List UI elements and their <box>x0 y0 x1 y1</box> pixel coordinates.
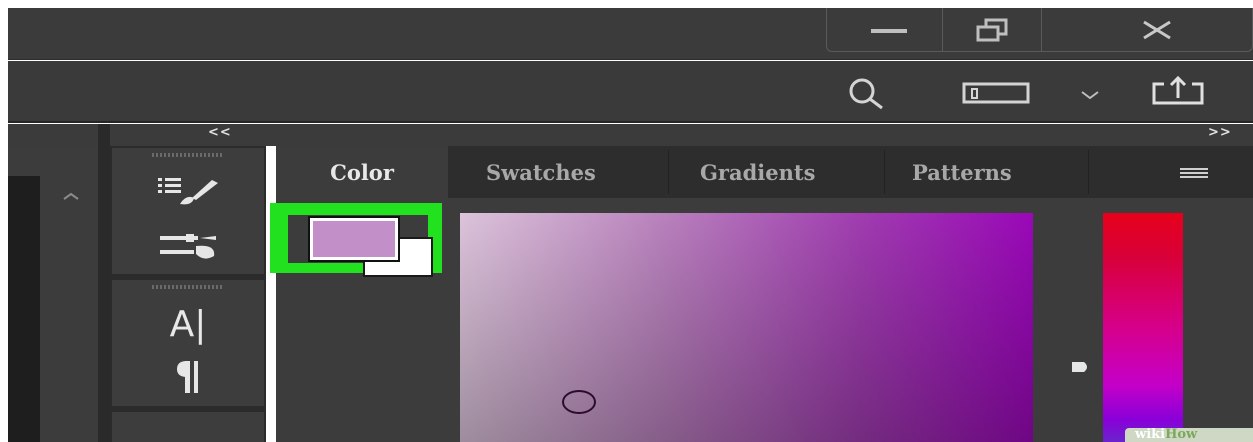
brush-settings-button[interactable] <box>112 222 264 270</box>
scroll-up-button[interactable] <box>58 186 84 206</box>
restore-button[interactable] <box>942 8 1042 52</box>
workspace-icon[interactable] <box>962 82 1032 104</box>
collapse-right-button[interactable]: >> <box>1208 125 1232 140</box>
tab-color[interactable]: Color <box>276 146 448 198</box>
paragraph-button[interactable] <box>112 352 264 402</box>
minimize-button[interactable] <box>849 8 929 52</box>
grip-handle[interactable] <box>152 285 224 289</box>
panel-tabbar: Color Swatches Gradients Patterns <box>276 146 1253 198</box>
search-icon[interactable] <box>846 76 886 110</box>
tab-patterns[interactable]: Patterns <box>912 148 1082 196</box>
icon-group-more <box>112 412 264 442</box>
paragraph-icon <box>177 361 198 393</box>
tab-swatches[interactable]: Swatches <box>486 148 666 196</box>
canvas-edge <box>8 176 40 442</box>
hue-slider-thumb[interactable] <box>1070 360 1092 374</box>
hue-slider[interactable] <box>1103 213 1183 442</box>
brush-presets-icon <box>158 178 218 205</box>
brush-settings-icon <box>160 234 216 259</box>
panel-divider <box>98 124 110 442</box>
close-icon <box>1143 20 1171 40</box>
icon-group-type: A| <box>112 280 264 406</box>
brush-presets-button[interactable] <box>112 166 264 214</box>
close-button[interactable] <box>1097 8 1217 52</box>
restore-icon <box>976 18 1008 42</box>
tab-divider <box>668 150 669 194</box>
tab-divider <box>1088 150 1089 194</box>
share-icon[interactable] <box>1150 76 1206 106</box>
grip-handle[interactable] <box>152 153 224 157</box>
window-controls <box>826 8 1253 52</box>
icon-group-brushes <box>112 148 264 274</box>
chevron-down-icon[interactable] <box>1080 89 1100 101</box>
foreground-color-swatch[interactable] <box>308 216 400 262</box>
left-panel <box>8 146 106 442</box>
chevron-up-icon <box>63 192 79 200</box>
color-picker-marker[interactable] <box>562 390 596 414</box>
minimize-icon <box>871 29 907 33</box>
title-bar <box>8 8 1253 60</box>
character-icon: A| <box>169 303 207 345</box>
dock-collapse-bar: << >> <box>8 124 1253 146</box>
collapse-left-button[interactable]: << <box>208 125 232 140</box>
tab-gradients[interactable]: Gradients <box>700 148 852 196</box>
panel-icon-column: A| <box>110 146 266 442</box>
color-field[interactable] <box>460 213 1033 442</box>
top-toolbar <box>8 61 1253 123</box>
panel-menu-icon[interactable] <box>1180 168 1208 180</box>
watermark: wikiHow <box>1125 428 1253 442</box>
character-button[interactable]: A| <box>112 296 264 352</box>
tab-divider <box>884 150 885 194</box>
